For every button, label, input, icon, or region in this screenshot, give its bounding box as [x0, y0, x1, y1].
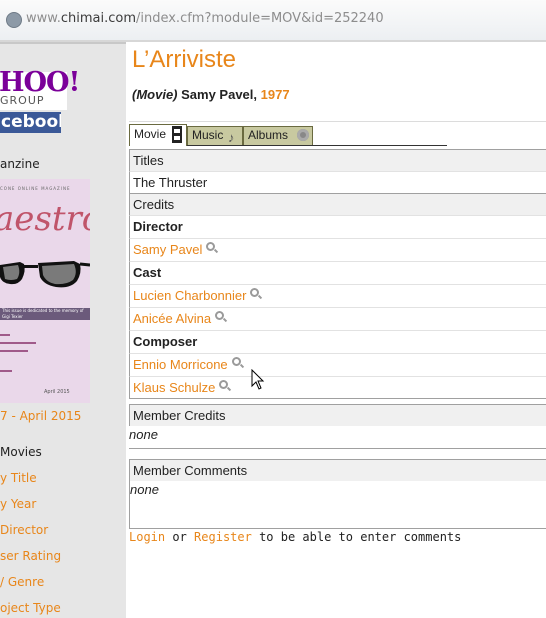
tab-albums[interactable]: Albums: [243, 126, 313, 145]
login-link[interactable]: Login: [129, 530, 165, 544]
section-header: Member Credits: [129, 404, 546, 426]
comment-login-prompt: Login or Register to be able to enter co…: [129, 530, 462, 544]
director-name: Samy Pavel,: [181, 87, 258, 102]
search-icon[interactable]: [206, 242, 216, 251]
disc-icon: [297, 129, 309, 141]
url-text[interactable]: www.chimai.com/index.cfm?module=MOV&id=2…: [26, 11, 384, 26]
member-credits-section: Member Credits none: [129, 404, 546, 449]
nav-by-project-type[interactable]: oject Type: [0, 601, 61, 615]
search-icon[interactable]: [231, 357, 241, 366]
music-note-icon: ♪: [228, 130, 235, 145]
year-link[interactable]: 1977: [261, 87, 290, 102]
magazine-cover[interactable]: CONE ONLINE MAGAZINE aestro This issue i…: [0, 179, 90, 403]
magazine-label: anzine: [0, 157, 40, 171]
title-row: The Thruster: [129, 171, 546, 194]
credits-section: Credits Director Samy Pavel Cast Lucien …: [129, 193, 546, 399]
tab-bar: Movie Music ♪ Albums: [129, 124, 546, 146]
movies-heading: Movies: [0, 445, 42, 459]
credit-person[interactable]: Ennio Morricone: [129, 353, 546, 376]
browser-address-bar[interactable]: www.chimai.com/index.cfm?module=MOV&id=2…: [0, 0, 546, 41]
member-comments-value: none: [130, 482, 159, 497]
section-header: Member Comments: [129, 459, 546, 481]
main-content: L’Arriviste (Movie) Samy Pavel, 1977 Mov…: [126, 42, 546, 618]
nav-by-genre[interactable]: / Genre: [0, 575, 44, 589]
credit-person[interactable]: Klaus Schulze: [129, 376, 546, 399]
member-comments-section: Member Comments none: [129, 459, 546, 529]
cover-text-line: [0, 334, 10, 336]
register-link[interactable]: Register: [194, 530, 252, 544]
section-header: Titles: [129, 149, 546, 171]
credit-person[interactable]: Anicée Alvina: [129, 307, 546, 330]
search-icon[interactable]: [250, 288, 260, 297]
credit-role: Composer: [129, 330, 546, 353]
credit-person[interactable]: Samy Pavel: [129, 238, 546, 261]
search-icon[interactable]: [219, 380, 229, 389]
nav-by-user-rating[interactable]: ser Rating: [0, 549, 61, 563]
cover-text-line: [0, 350, 28, 352]
tab-music[interactable]: Music ♪: [187, 126, 243, 145]
magazine-issue-link[interactable]: 7 - April 2015: [0, 409, 81, 423]
tab-movie[interactable]: Movie: [129, 124, 187, 146]
credit-role: Cast: [129, 261, 546, 284]
magazine-banner: This issue is dedicated to the memory of…: [0, 308, 90, 320]
divider: [0, 42, 126, 44]
nav-by-title[interactable]: y Title: [0, 471, 37, 485]
credit-role: Director: [129, 215, 546, 238]
glasses-icon: [0, 261, 90, 288]
nav-by-year[interactable]: y Year: [0, 497, 36, 511]
divider: [129, 121, 546, 122]
comments-box: none: [129, 481, 546, 529]
titles-section: Titles The Thruster: [129, 149, 546, 194]
globe-icon: [6, 12, 22, 28]
sidebar: HOO! GROUP cebook anzine CONE ONLINE MAG…: [0, 42, 126, 618]
member-credits-value: none: [129, 426, 546, 449]
search-icon[interactable]: [215, 311, 225, 320]
cover-text-line: [0, 342, 36, 344]
credit-person[interactable]: Lucien Charbonnier: [129, 284, 546, 307]
page-title: L’Arriviste: [132, 46, 237, 73]
facebook-logo[interactable]: cebook: [0, 112, 61, 133]
section-header: Credits: [129, 193, 546, 215]
movie-subtitle: (Movie) Samy Pavel, 1977: [132, 87, 290, 102]
nav-by-director[interactable]: Director: [0, 523, 48, 537]
cover-text-line: [0, 370, 12, 372]
mouse-cursor-icon: [251, 369, 265, 390]
yahoo-group-logo[interactable]: HOO! GROUP: [0, 67, 80, 110]
film-icon: [172, 126, 182, 143]
